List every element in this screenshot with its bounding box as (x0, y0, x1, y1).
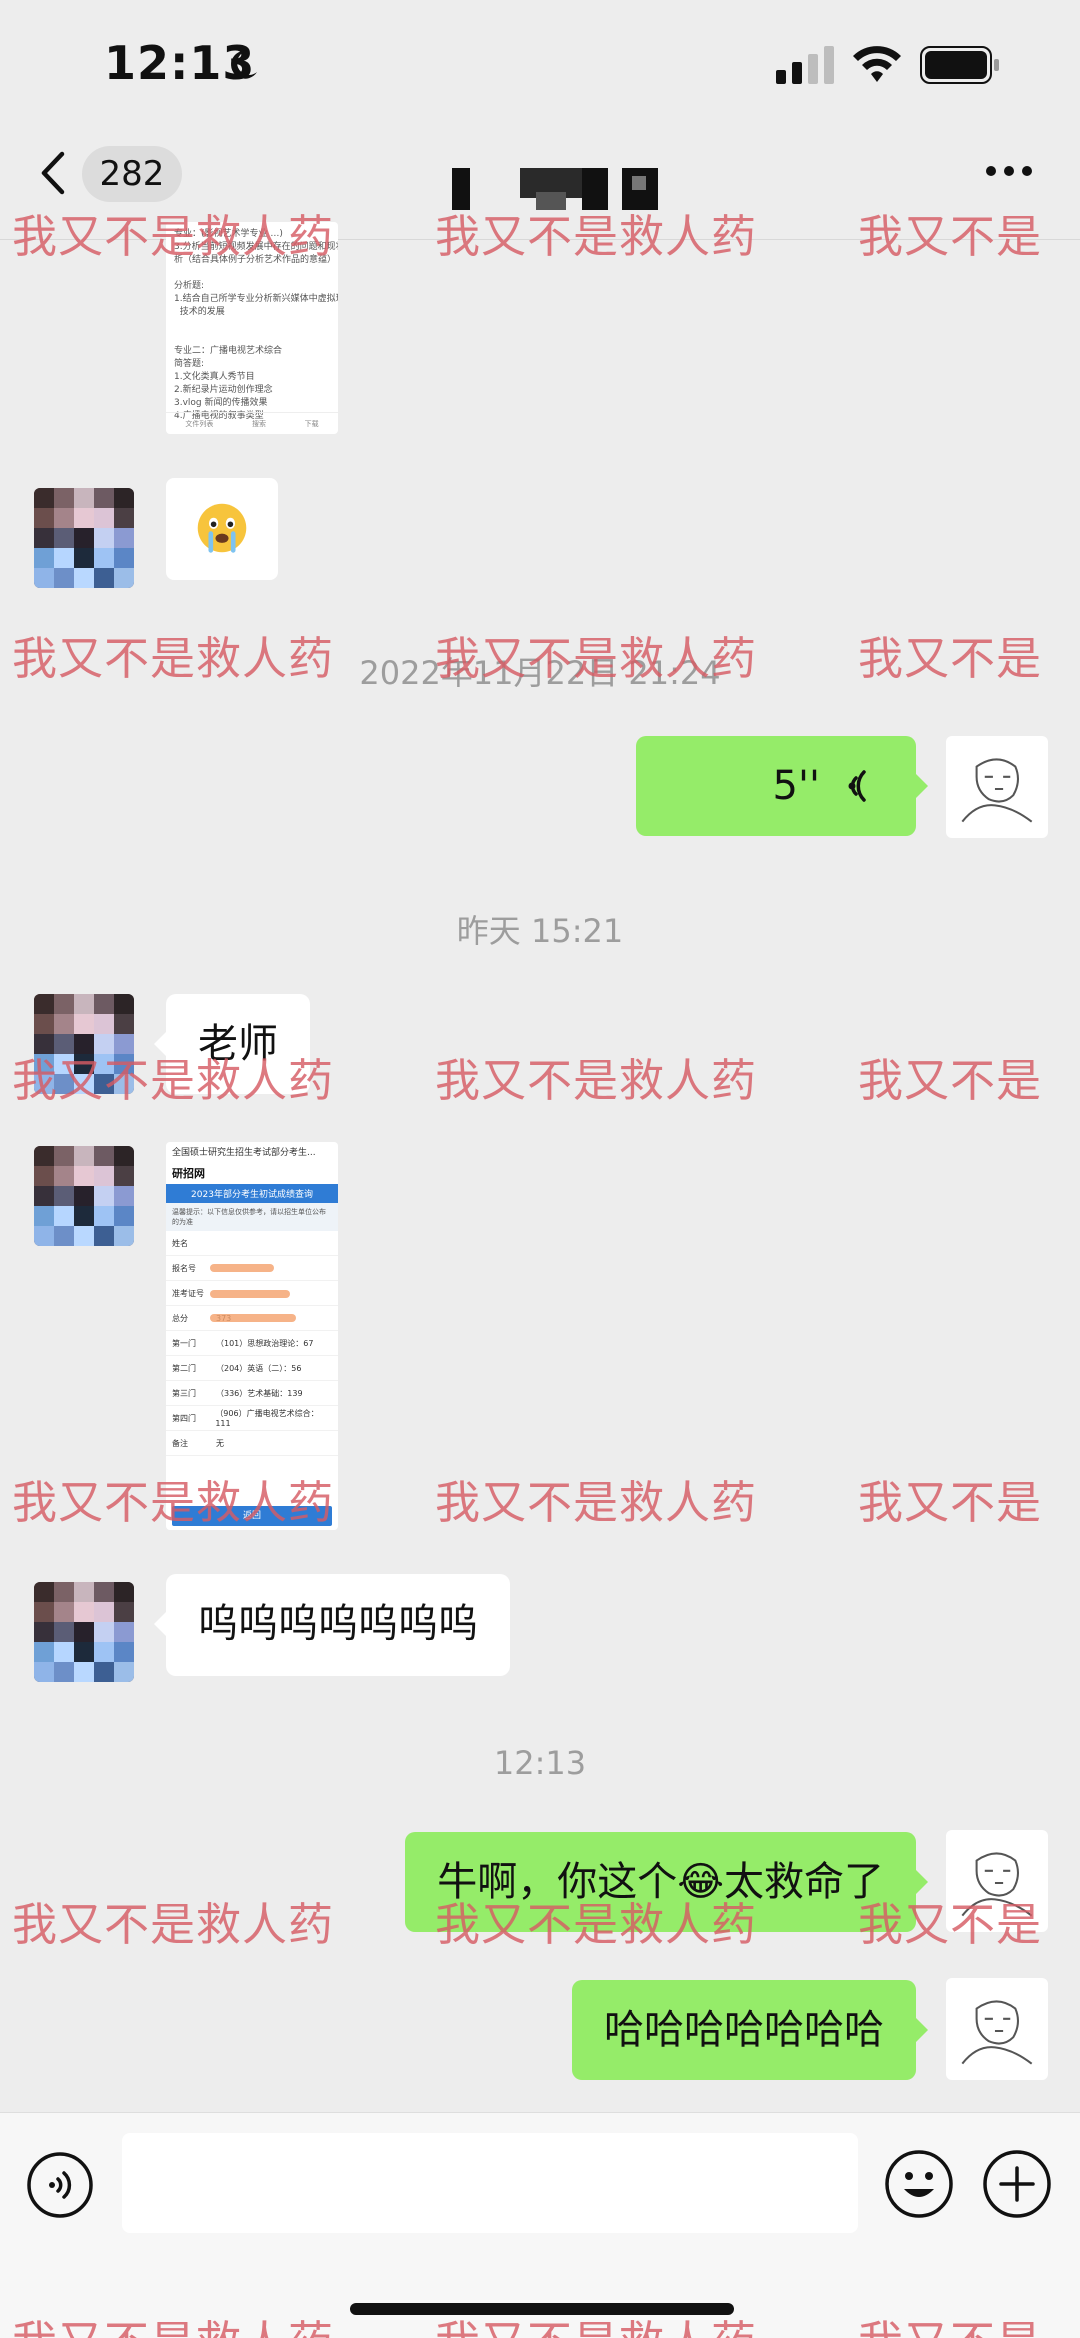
watermark-text: 我又不是救人药 (435, 1054, 758, 1107)
screenshot-site-name: 研招网 (172, 1167, 205, 1180)
score-label: 姓名 (172, 1238, 188, 1248)
text-message[interactable]: 牛啊，你这个😂太救命了 (405, 1832, 928, 1932)
wifi-icon (853, 46, 901, 82)
timestamp: 昨天 15:21 (456, 912, 624, 950)
back-icon[interactable] (34, 148, 74, 198)
score-value: （204）英语（二）：56 (216, 1363, 302, 1373)
sticker-message[interactable] (166, 478, 278, 580)
document-footer-item: 搜索 (251, 419, 266, 428)
watermark-text: 我又不是 (858, 1054, 1043, 1107)
emoji-icon[interactable] (884, 2149, 954, 2219)
score-value: （101）思想政治理论：67 (216, 1338, 314, 1348)
home-indicator (350, 2303, 734, 2315)
timestamp: 12:13 (493, 1744, 587, 1782)
message-input[interactable] (122, 2133, 858, 2233)
score-label: 第三门 (172, 1388, 196, 1398)
voice-duration: 5'' (772, 763, 820, 809)
status-bar: 12:13 (0, 0, 1080, 130)
score-row: 第四门 （906）广播电视艺术综合：111 (166, 1406, 338, 1431)
self-avatar[interactable] (946, 1978, 1048, 2080)
sketch-avatar-icon (961, 1852, 1033, 1917)
contact-avatar[interactable] (34, 994, 134, 1094)
score-label: 第二门 (172, 1363, 196, 1373)
watermark-text: 我又不是救人药 (435, 1476, 758, 1529)
score-value: （336）艺术基础：139 (216, 1388, 303, 1398)
score-label: 第一门 (172, 1338, 196, 1348)
moon-icon (231, 50, 257, 79)
contact-avatar[interactable] (34, 1582, 134, 1682)
document-footer-item: 文件列表 (185, 419, 214, 428)
score-row: 第一门 （101）思想政治理论：67 (166, 1331, 338, 1356)
score-value: （906）广播电视艺术综合：111 (215, 1409, 319, 1428)
screenshot-banner: 2023年部分考生初试成绩查询 (166, 1184, 338, 1203)
contact-avatar[interactable] (34, 1146, 134, 1246)
battery-icon (920, 46, 999, 84)
score-row: 第二门 （204）英语（二）：56 (166, 1356, 338, 1381)
input-bar (0, 2112, 1080, 2338)
watermark-text: 我又不是 (858, 1476, 1043, 1529)
score-label: 第四门 (172, 1413, 196, 1423)
voice-wave-icon (848, 770, 866, 802)
signal-icon (776, 46, 834, 84)
chat-header: 282 (0, 130, 1080, 240)
self-avatar[interactable] (946, 736, 1048, 838)
chat-title-redacted (452, 168, 658, 210)
text-message[interactable]: 老师 (154, 994, 310, 1094)
score-screenshot-message[interactable]: 全国硕士研究生招生考试部分考生... 研招网 2023年部分考生初试成绩查询 温… (166, 1142, 338, 1530)
sketch-avatar-icon (961, 2000, 1033, 2065)
timestamp: 2022年11月22日 21:24 (359, 654, 721, 692)
header-divider (0, 239, 1080, 240)
unread-count-badge[interactable]: 282 (82, 146, 182, 202)
score-value: 无 (216, 1438, 224, 1448)
redaction-scribble (210, 1290, 290, 1298)
document-preview-text: 专业：(影视艺术学专业 …) 3.分析当前短视频发展中存在的问题和现状 析（结合… (174, 229, 338, 421)
screenshot-top-title: 全国硕士研究生招生考试部分考生... (172, 1148, 316, 1158)
watermark-text: 我又不是救人药 (12, 1898, 335, 1951)
contact-avatar[interactable] (34, 488, 134, 588)
document-footer-item: 下载 (304, 419, 319, 428)
document-preview-footer: 文件列表 搜索 下载 (166, 412, 338, 434)
score-row: 第三门 （336）艺术基础：139 (166, 1381, 338, 1406)
score-label: 备注 (172, 1438, 188, 1448)
voice-message-bubble[interactable]: 5'' (636, 736, 928, 836)
text-message[interactable]: 呜呜呜呜呜呜呜 (154, 1574, 510, 1676)
redaction-scribble (210, 1264, 274, 1272)
screenshot-return-button: 返回 (172, 1506, 332, 1526)
score-row: 姓名 (166, 1231, 338, 1256)
text-message[interactable]: 哈哈哈哈哈哈哈 (572, 1980, 928, 2080)
self-avatar[interactable] (946, 1830, 1048, 1932)
redaction-scribble (210, 1314, 296, 1322)
more-icon[interactable] (984, 164, 1034, 180)
sketch-avatar-icon (961, 758, 1033, 823)
score-row: 备注 无 (166, 1431, 338, 1456)
plus-icon[interactable] (982, 2149, 1052, 2219)
screenshot-note: 温馨提示：以下信息仅供参考，请以招生单位公布的为准 (166, 1203, 338, 1231)
crying-face-icon (197, 503, 247, 553)
document-image-message[interactable]: 专业：(影视艺术学专业 …) 3.分析当前短视频发展中存在的问题和现状 析（结合… (166, 222, 338, 434)
voice-toggle-icon[interactable] (26, 2151, 94, 2219)
